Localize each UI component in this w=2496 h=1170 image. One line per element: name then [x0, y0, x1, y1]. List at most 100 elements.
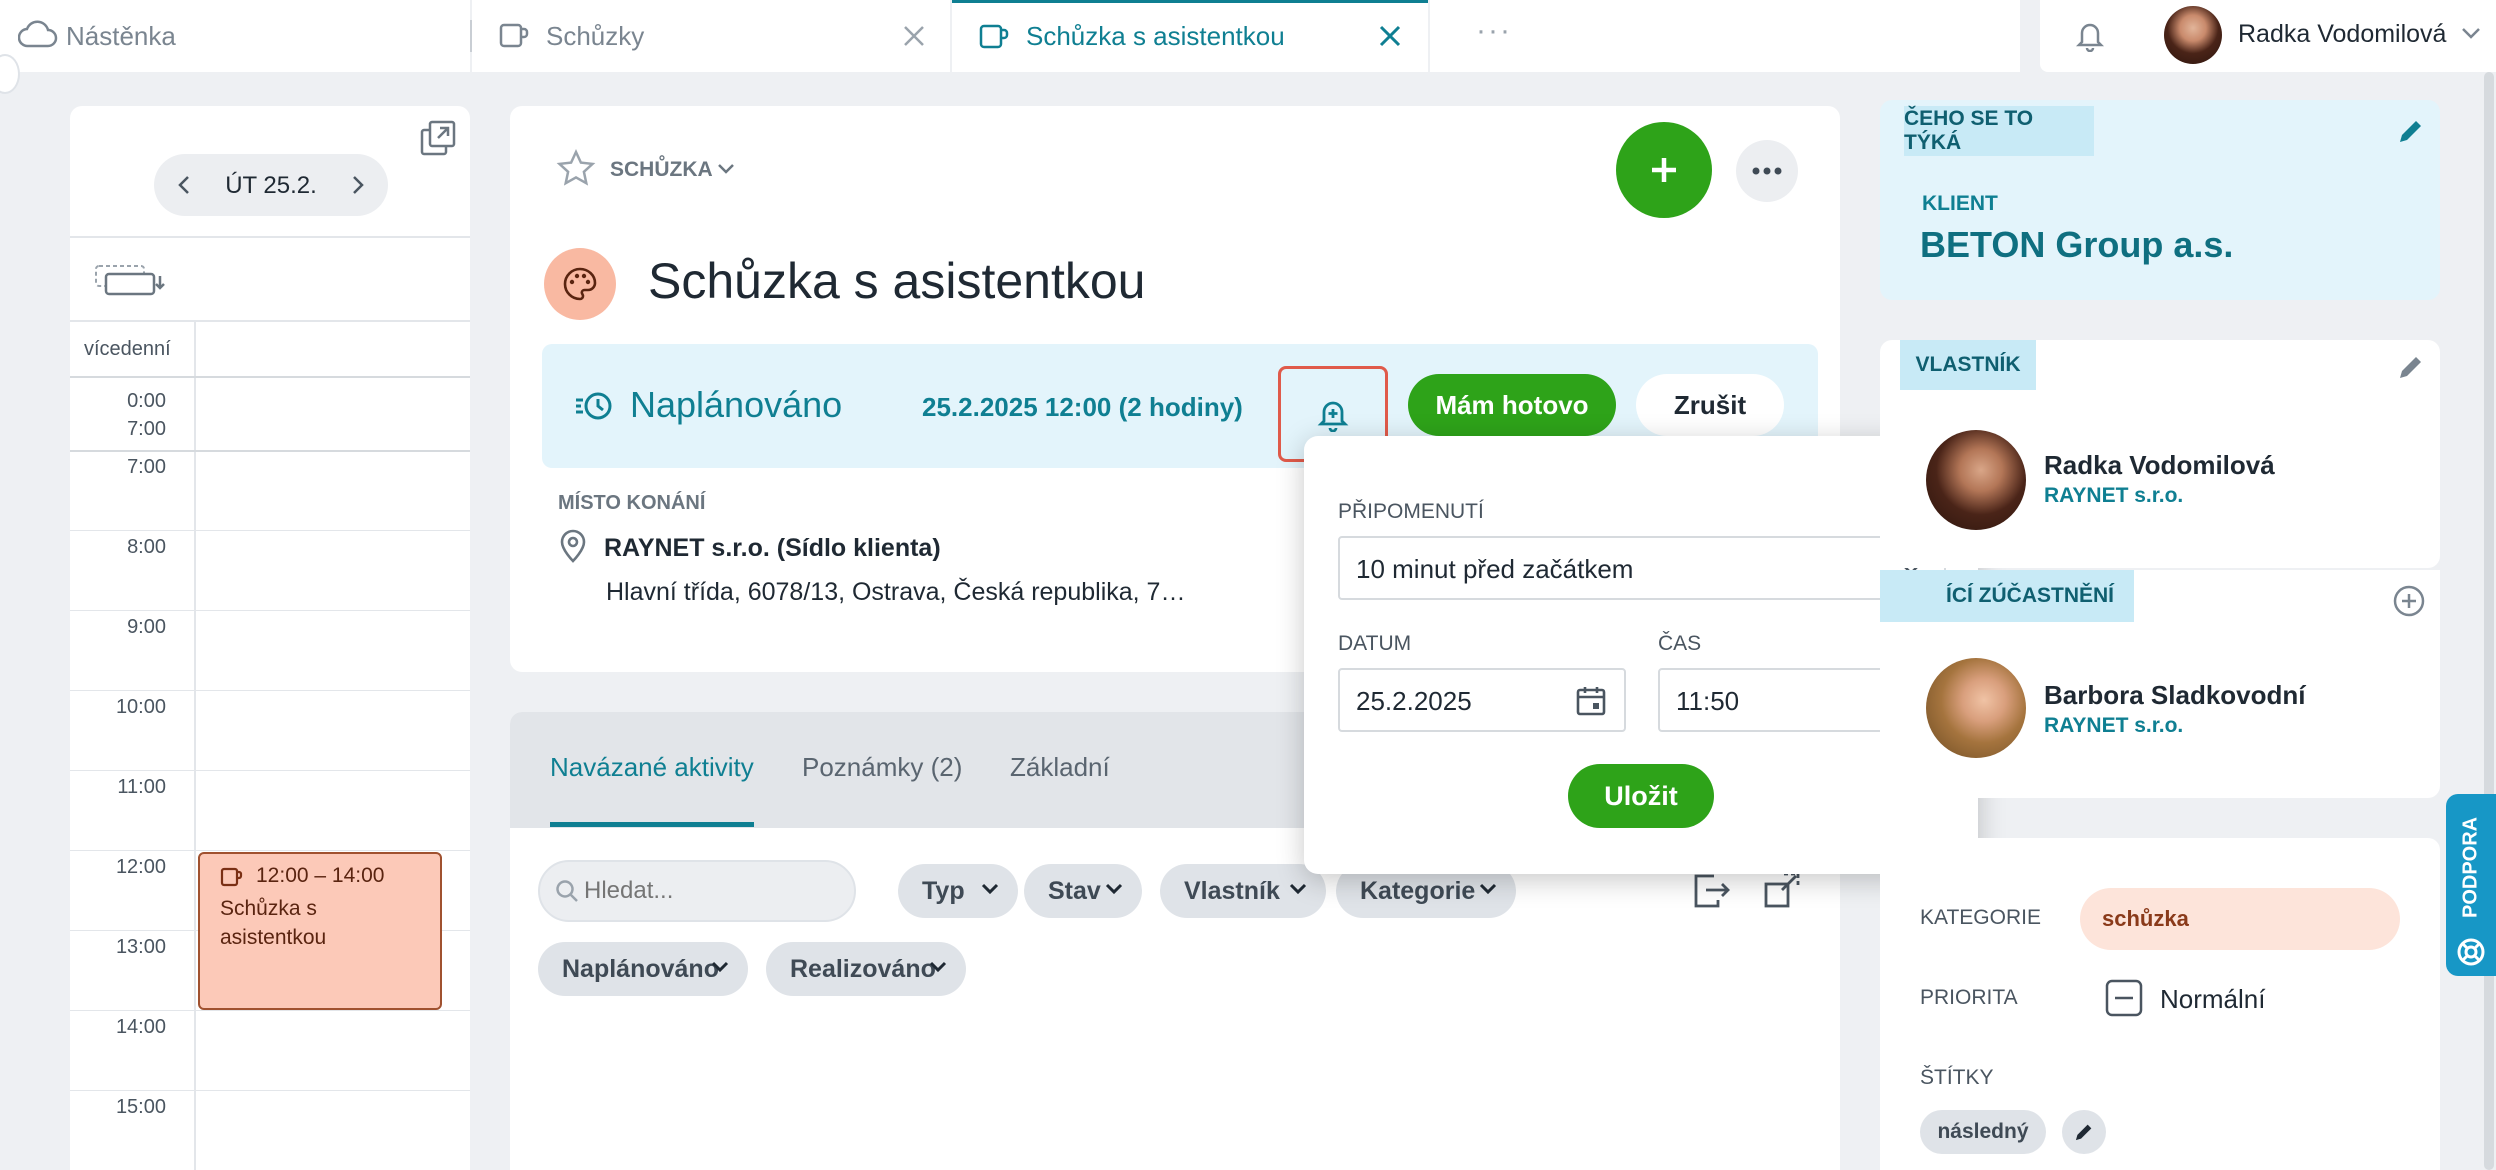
tab-notes[interactable]: Poznámky (2) [802, 752, 962, 783]
calendar-event[interactable]: 12:00 – 14:00 Schůzka s asistentkou [198, 852, 442, 1010]
add-circle-icon[interactable] [2392, 584, 2426, 618]
resize-event-icon[interactable] [92, 258, 172, 300]
participant-name[interactable]: Barbora Sladkovodní [2044, 680, 2306, 711]
tab-meeting-detail[interactable]: Schůzka s asistentkou [952, 0, 1428, 72]
hour-line [70, 1090, 470, 1091]
scrollbar-thumb[interactable] [2484, 72, 2494, 1170]
time-label: 15:00 [115, 1096, 166, 1118]
owner-company[interactable]: RAYNET s.r.o. [2044, 484, 2183, 508]
divider [70, 376, 470, 378]
tab-basic[interactable]: Základní [1010, 752, 1110, 783]
hour-line [70, 1010, 470, 1011]
meeting-icon [498, 20, 530, 50]
calendar-icon[interactable] [1574, 684, 1608, 718]
location-pin-icon [558, 528, 588, 564]
star-icon[interactable] [556, 148, 596, 188]
divider [70, 450, 470, 452]
priority-normal-icon [2104, 978, 2144, 1018]
filter-label: Realizováno [790, 954, 936, 983]
popout-icon[interactable] [418, 118, 458, 158]
event-title: Schůzka s asistentkou [220, 897, 327, 949]
cancel-button[interactable]: Zrušit [1636, 374, 1784, 436]
user-name[interactable]: Radka Vodomilová [2238, 20, 2446, 49]
reminder-label: PŘIPOMENUTÍ [1338, 500, 1484, 523]
bell-icon[interactable] [2074, 18, 2106, 52]
reminder-popup: PŘIPOMENUTÍ 10 minut před začátkem DATUM… [1304, 436, 1978, 874]
multiday-label: vícedenní [84, 338, 171, 360]
chevron-right-icon[interactable] [346, 174, 368, 196]
about-card: ČEHO SE TO TÝKÁ KLIENT BETON Group a.s. [1880, 100, 2440, 300]
filter-type[interactable]: Typ [898, 864, 1018, 918]
time-label: 13:00 [115, 936, 166, 958]
close-icon[interactable] [896, 18, 932, 54]
chevron-down-icon [1105, 883, 1123, 895]
filter-label: Typ [922, 876, 965, 905]
more-icon [1752, 167, 1782, 175]
export-icon[interactable] [1688, 870, 1732, 912]
properties-card: KATEGORIE schůzka PRIORITA Normální ŠTÍT… [1880, 838, 2440, 1170]
participant-company[interactable]: RAYNET s.r.o. [2044, 714, 2183, 738]
filter-status[interactable]: Stav [1024, 864, 1142, 918]
category-badge[interactable]: schůzka [2080, 888, 2400, 950]
search-input[interactable] [584, 872, 834, 910]
scrollbar[interactable] [2482, 72, 2496, 1170]
support-tab[interactable]: PODPORA [2446, 794, 2496, 976]
chevron-down-icon [1289, 883, 1307, 895]
add-button[interactable] [1616, 122, 1712, 218]
status-label: Naplánováno [630, 384, 843, 425]
edit-icon[interactable] [2396, 116, 2426, 146]
done-button[interactable]: Mám hotovo [1408, 374, 1616, 436]
search-icon [554, 878, 580, 904]
support-label: PODPORA [2459, 816, 2482, 918]
filter-owner[interactable]: Vlastník [1160, 864, 1326, 918]
tab-linked-activities[interactable]: Navázané aktivity [550, 752, 754, 783]
date-field[interactable]: 25.2.2025 [1338, 668, 1626, 732]
client-name[interactable]: BETON Group a.s. [1920, 224, 2233, 266]
tab-meetings[interactable]: Schůzky [472, 0, 950, 72]
divider [70, 236, 470, 238]
reminder-select[interactable]: 10 minut před začátkem [1338, 536, 1946, 600]
edit-icon [2075, 1124, 2092, 1141]
time-value: 11:50 [1676, 686, 1740, 716]
close-icon[interactable] [1372, 18, 1408, 54]
expand-icon[interactable] [1762, 870, 1802, 910]
avatar[interactable] [2164, 6, 2222, 64]
page-title: Schůzka s asistentkou [648, 253, 1146, 309]
filter-label: Naplánováno [562, 954, 719, 983]
hour-line [70, 850, 470, 851]
tab-more[interactable]: ··· [1430, 0, 2020, 72]
place-name[interactable]: RAYNET s.r.o. (Sídlo klienta) [604, 534, 941, 563]
time-label: 0:00 [127, 390, 166, 412]
about-label: ČEHO SE TO TÝKÁ [1904, 106, 2094, 156]
user-area: Radka Vodomilová [2040, 0, 2496, 72]
hour-line [70, 530, 470, 531]
time-label: 8:00 [127, 536, 166, 558]
chevron-down-icon[interactable] [2460, 26, 2482, 40]
owner-label: VLASTNÍK [1900, 340, 2036, 390]
edit-tags-button[interactable] [2062, 1110, 2106, 1154]
tag-chip[interactable]: následný [1920, 1110, 2046, 1154]
owner-name[interactable]: Radka Vodomilová [2044, 450, 2275, 481]
save-button[interactable]: Uložit [1568, 764, 1714, 828]
event-time: 12:00 – 14:00 [256, 864, 385, 887]
time-label: ČAS [1658, 632, 1702, 655]
day-calendar: ÚT 25.2. vícedenní 0:00 7:00 7:00 8:00 9… [70, 106, 470, 1170]
filter-realized[interactable]: Realizováno [766, 942, 966, 996]
priority-value[interactable]: Normální [2160, 984, 2265, 1015]
chevron-down-icon [981, 883, 999, 895]
meeting-datetime[interactable]: 25.2.2025 12:00 (2 hodiny) [922, 392, 1243, 423]
hour-line [70, 610, 470, 611]
time-label: 7:00 [127, 456, 166, 478]
date-switcher: ÚT 25.2. [154, 154, 388, 216]
chevron-down-icon [929, 961, 947, 973]
more-actions-button[interactable] [1736, 140, 1798, 202]
place-label: MÍSTO KONÁNÍ [558, 492, 706, 514]
filter-planned[interactable]: Naplánováno [538, 942, 748, 996]
participants-label: ÍCÍ ZÚČASTNĚNÍ [1880, 570, 2134, 622]
tab-label: Schůzky [546, 20, 645, 51]
record-type[interactable]: SCHŮZKA [610, 158, 713, 182]
tab-dashboard[interactable]: Nástěnka [0, 0, 472, 72]
edit-icon[interactable] [2396, 352, 2426, 382]
chevron-down-icon[interactable] [716, 162, 736, 176]
hour-line [70, 690, 470, 691]
